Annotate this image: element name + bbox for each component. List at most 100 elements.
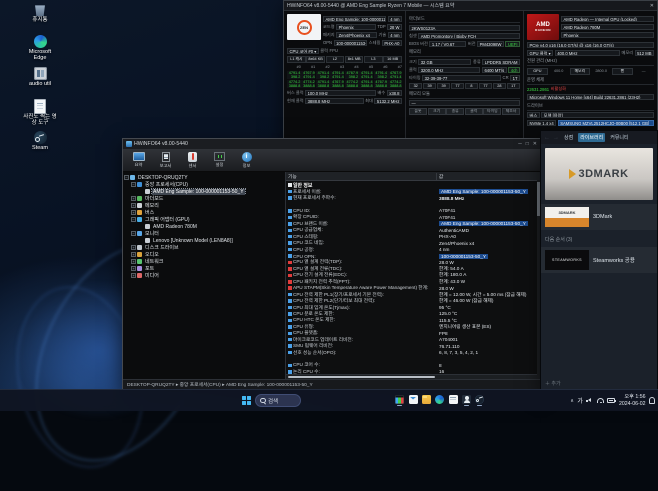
tree-item[interactable]: AMD Radeon 780M bbox=[123, 223, 285, 230]
detail-row[interactable]: 현재 프로세서 주파수: 3888.8 MHz bbox=[286, 195, 540, 201]
expander-icon[interactable] bbox=[139, 238, 144, 243]
detail-row[interactable]: CPU 열 설계 전력(TDP): 28.0 W bbox=[286, 259, 540, 265]
detail-row[interactable]: CPU 분로 온도 제한: 125.0 °C bbox=[286, 311, 540, 317]
start-button[interactable] bbox=[242, 396, 251, 405]
detail-row[interactable]: CPU 전력 제한 PL1(장기/프로세서 기본 전력): 한계 = 12.00… bbox=[286, 291, 540, 297]
tree-item[interactable]: + 마더보드 bbox=[123, 195, 285, 202]
expander-icon[interactable]: − bbox=[131, 231, 136, 236]
close-icon[interactable]: ✕ bbox=[533, 141, 537, 147]
about-button[interactable]: 정보 bbox=[233, 149, 260, 171]
taskbar-edge-icon[interactable] bbox=[434, 393, 445, 409]
tree-item[interactable]: − 중앙 프로세서(CPU) bbox=[123, 181, 285, 188]
expander-icon[interactable]: + bbox=[131, 203, 136, 208]
tree-item[interactable]: − 모니터 bbox=[123, 230, 285, 237]
tree-item[interactable]: Lenovo [Unknown Model (LEN8A8)] bbox=[123, 237, 285, 244]
steam-tab-community[interactable]: 커뮤니티 bbox=[608, 133, 630, 142]
detail-row[interactable]: APU STAPM(Skin Temperature Aware Power M… bbox=[286, 285, 540, 291]
detail-row[interactable]: CPU 전력 제한 PL2(단기/터보 최대 전력): 한계 = 46.00 W… bbox=[286, 298, 540, 304]
desktop-icon[interactable]: Steam bbox=[12, 131, 68, 160]
gpu-clock-selector[interactable]: GPU 클럭 ▾ bbox=[527, 50, 553, 56]
tree-item[interactable]: + 버스 bbox=[123, 209, 285, 216]
expander-icon[interactable]: + bbox=[131, 252, 136, 257]
detail-row[interactable]: CPU 공급업체: AuthenticAMD bbox=[286, 227, 540, 233]
expander-icon[interactable]: − bbox=[131, 182, 136, 187]
detail-row[interactable]: 마이크로코드 업데이트 리비전: A704001 bbox=[286, 337, 540, 343]
summary-title-bar[interactable]: HWiNFO64 v8.00-5440 @ AMD Eng Sample Ryz… bbox=[284, 1, 657, 11]
forward-arrow-icon[interactable]: → bbox=[553, 135, 559, 141]
battery-icon[interactable] bbox=[607, 398, 615, 403]
expander-icon[interactable] bbox=[139, 224, 144, 229]
taskbar-hwinfo-icon[interactable] bbox=[394, 393, 405, 409]
scrollbar-thumb[interactable] bbox=[288, 376, 435, 378]
tree-item[interactable]: + 네트워크 bbox=[123, 258, 285, 265]
detail-row[interactable]: CPU 유형: 엔지니어링 생산 표본 (ES) bbox=[286, 324, 540, 330]
detail-row[interactable]: CPU 플랫폼: FP8 bbox=[286, 330, 540, 336]
expander-icon[interactable]: + bbox=[131, 196, 136, 201]
report-button[interactable]: 보고서 bbox=[152, 149, 179, 171]
detail-row[interactable]: CPU 스테핑: PHX-A0 bbox=[286, 234, 540, 240]
tree-item[interactable]: − 그래픽 어댑터 (GPU) bbox=[123, 216, 285, 223]
expander-icon[interactable]: + bbox=[131, 210, 136, 215]
value-column-header[interactable]: 값 bbox=[437, 173, 540, 180]
expander-icon[interactable]: + bbox=[131, 245, 136, 250]
search-box[interactable]: 검색 bbox=[255, 394, 301, 407]
detail-row[interactable]: CPU 공정: 4 nm bbox=[286, 246, 540, 252]
expander-icon[interactable]: − bbox=[131, 217, 136, 222]
main-title-bar[interactable]: HWiNFO64 v8.00-5440 ─ □ ✕ bbox=[123, 139, 540, 149]
maximize-icon[interactable]: □ bbox=[526, 141, 529, 147]
taskbar-explorer-icon[interactable] bbox=[421, 393, 432, 409]
detail-row[interactable]: CPU 최대 임계 온도(Tjmax): 95 °C bbox=[286, 304, 540, 310]
detail-row[interactable]: CPU 전기 설계 전류(EDC): 한계: 180.0 A bbox=[286, 272, 540, 278]
detail-row[interactable]: CPU 브랜드 이름: AMD Eng Sample: 100-00000115… bbox=[286, 221, 540, 227]
tree-item[interactable]: + 포트 bbox=[123, 265, 285, 272]
tree-item[interactable]: AMD Eng Sample: 100-000001153-50_Y bbox=[123, 188, 285, 195]
desktop-icon[interactable]: audio util bbox=[12, 67, 68, 96]
clock[interactable]: 오후 1:56 2024-06-02 bbox=[619, 394, 646, 406]
taskbar-steam-icon[interactable] bbox=[474, 393, 485, 409]
notification-bell-icon[interactable] bbox=[649, 397, 655, 404]
detail-row[interactable]: CPU ID: A70F41 bbox=[286, 208, 540, 214]
detail-row[interactable]: 확장 CPUID: A70F41 bbox=[286, 214, 540, 220]
hidden-icons-chevron[interactable]: ∧ bbox=[570, 398, 574, 404]
ime-indicator[interactable]: 가 bbox=[577, 396, 583, 405]
expander-icon[interactable]: − bbox=[124, 175, 129, 180]
detail-row[interactable]: CPU 코어 수: 8 bbox=[286, 362, 540, 368]
library-game-row[interactable]: STEAMWORKS Steamworks 공용 bbox=[541, 247, 657, 273]
detail-row[interactable]: CPU 열 설계 전류(TDC): 한계: 54.0 A bbox=[286, 266, 540, 272]
desktop-icon[interactable]: Microsoft Edge bbox=[12, 35, 68, 64]
tree-item[interactable]: + 메모리 bbox=[123, 202, 285, 209]
steam-tab-library[interactable]: 라이브러리 bbox=[578, 133, 605, 142]
tree-item[interactable]: + 오디오 bbox=[123, 251, 285, 258]
detail-row[interactable]: 프로세서 이름: AMD Eng Sample: 100-000001153-5… bbox=[286, 188, 540, 194]
detail-row[interactable]: CPU HTC 온도 제한: 115.5 °C bbox=[286, 317, 540, 323]
tree-item[interactable]: + 디스크 드라이브 bbox=[123, 244, 285, 251]
taskbar-notepad-icon[interactable] bbox=[448, 393, 459, 409]
core-selector[interactable]: CPU 코어 #0 ▾ bbox=[287, 48, 319, 54]
taskbar-mail-icon[interactable] bbox=[408, 393, 419, 409]
detail-row[interactable]: CPU 패키지 전력 추적(PPT): 한계: 43.0 W bbox=[286, 279, 540, 285]
feature-column-header[interactable]: 기능 bbox=[286, 173, 437, 180]
tree-item[interactable]: + 미디어 bbox=[123, 272, 285, 279]
desktop-icon[interactable]: 휴지통 bbox=[12, 3, 68, 32]
expander-icon[interactable]: + bbox=[131, 266, 136, 271]
detail-row[interactable]: CPU 코드 네임: Zen4/Phoenix x4 bbox=[286, 240, 540, 246]
library-hero-banner[interactable]: 3DMARK bbox=[545, 148, 653, 200]
detail-row[interactable]: SMU 펌웨어 리비전: 76.71.110 bbox=[286, 343, 540, 349]
settings-button[interactable]: 설정 bbox=[206, 149, 233, 171]
expander-icon[interactable]: + bbox=[131, 259, 136, 264]
drive-row[interactable]: SAMSUNG MZVL2512HCJQ-00B00 [512.1 GB] bbox=[558, 120, 654, 126]
library-game-row[interactable]: 3DMARK 3DMark bbox=[541, 204, 657, 230]
add-game-button[interactable]: ＋ 추가 bbox=[545, 380, 561, 387]
sensors-button[interactable]: 센서 bbox=[179, 149, 206, 171]
expander-icon[interactable]: + bbox=[131, 273, 136, 278]
detail-row[interactable]: 선호 성능 순서(OPO): 6, 8, 7, 3, 5, 4, 2, 1 bbox=[286, 349, 540, 355]
summary-button[interactable]: 요약 bbox=[125, 149, 152, 171]
network-icon[interactable] bbox=[597, 398, 604, 403]
tree-item[interactable]: − DESKTOP-QRUQ2TY bbox=[123, 174, 285, 181]
close-icon[interactable]: ✕ bbox=[650, 3, 654, 9]
back-arrow-icon[interactable]: ← bbox=[544, 135, 550, 141]
taskbar-app-icon[interactable] bbox=[461, 393, 472, 409]
desktop-icon[interactable]: 사진도 찍는 영상 도구 bbox=[12, 99, 68, 128]
minimize-icon[interactable]: ─ bbox=[518, 141, 522, 147]
volume-icon[interactable] bbox=[586, 398, 593, 404]
